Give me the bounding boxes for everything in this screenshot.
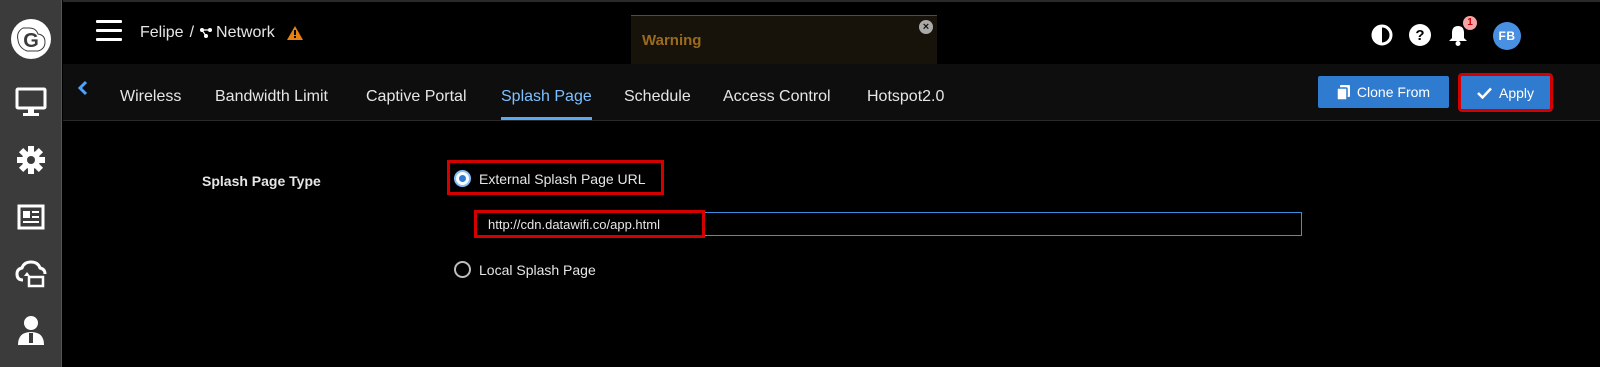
chevron-left-icon[interactable] <box>77 79 89 102</box>
avatar[interactable]: FB <box>1493 22 1521 50</box>
splash-page-form: Splash Page Type External Splash Page UR… <box>63 122 1600 367</box>
apply-button[interactable]: Apply <box>1458 73 1553 112</box>
check-icon <box>1477 87 1492 99</box>
user-admin-icon[interactable] <box>13 312 49 348</box>
local-splash-page-label: Local Splash Page <box>479 261 596 278</box>
warning-toast: Warning × <box>631 15 937 65</box>
svg-text:?: ? <box>1415 27 1424 44</box>
clone-from-button[interactable]: Clone From <box>1318 76 1449 108</box>
warning-icon[interactable] <box>286 26 303 40</box>
radio-external-splash-url[interactable]: External Splash Page URL <box>454 170 646 187</box>
copy-icon <box>1336 84 1350 100</box>
breadcrumb-separator: / <box>189 24 195 41</box>
help-icon[interactable]: ? <box>1409 24 1431 46</box>
splash-url-input[interactable] <box>474 212 1302 236</box>
breadcrumb-user[interactable]: Felipe <box>140 24 184 42</box>
radio-local-splash-page[interactable]: Local Splash Page <box>454 261 596 278</box>
report-icon[interactable] <box>13 199 49 235</box>
breadcrumb-network[interactable]: Network <box>216 24 275 42</box>
tab-access-control[interactable]: Access Control <box>723 88 831 106</box>
active-tab-indicator <box>501 117 592 120</box>
app-logo[interactable]: G <box>10 18 52 60</box>
svg-text:G: G <box>23 30 39 52</box>
gear-icon[interactable] <box>13 142 49 178</box>
external-splash-url-label: External Splash Page URL <box>479 170 646 187</box>
tab-schedule[interactable]: Schedule <box>624 88 691 106</box>
splash-page-type-label: Splash Page Type <box>202 173 321 189</box>
warning-toast-text: Warning <box>642 32 702 49</box>
cloud-sync-icon[interactable] <box>13 256 49 292</box>
tab-wireless[interactable]: Wireless <box>120 88 181 106</box>
network-topology-icon <box>200 28 213 38</box>
monitor-icon[interactable] <box>13 84 49 120</box>
tab-bandwidth-limit[interactable]: Bandwidth Limit <box>215 88 328 106</box>
close-icon[interactable]: × <box>919 20 933 34</box>
tab-splash-page[interactable]: Splash Page <box>501 88 592 106</box>
tab-captive-portal[interactable]: Captive Portal <box>366 88 467 106</box>
radio-checked-icon[interactable] <box>454 170 471 187</box>
radio-unchecked-icon[interactable] <box>454 261 471 278</box>
breadcrumb: Felipe / Network <box>140 24 303 42</box>
apply-label: Apply <box>1498 84 1535 101</box>
tab-hotspot2[interactable]: Hotspot2.0 <box>867 88 944 106</box>
notification-badge: 1 <box>1463 16 1477 30</box>
left-rail: G <box>0 0 62 367</box>
tab-bar: Wireless Bandwidth Limit Captive Portal … <box>63 64 1600 121</box>
top-header: Felipe / Network Warning × ? 1 FB <box>63 0 1600 65</box>
menu-icon[interactable] <box>96 20 122 42</box>
contrast-toggle-icon[interactable] <box>1371 24 1393 46</box>
clone-from-label: Clone From <box>1356 84 1431 100</box>
